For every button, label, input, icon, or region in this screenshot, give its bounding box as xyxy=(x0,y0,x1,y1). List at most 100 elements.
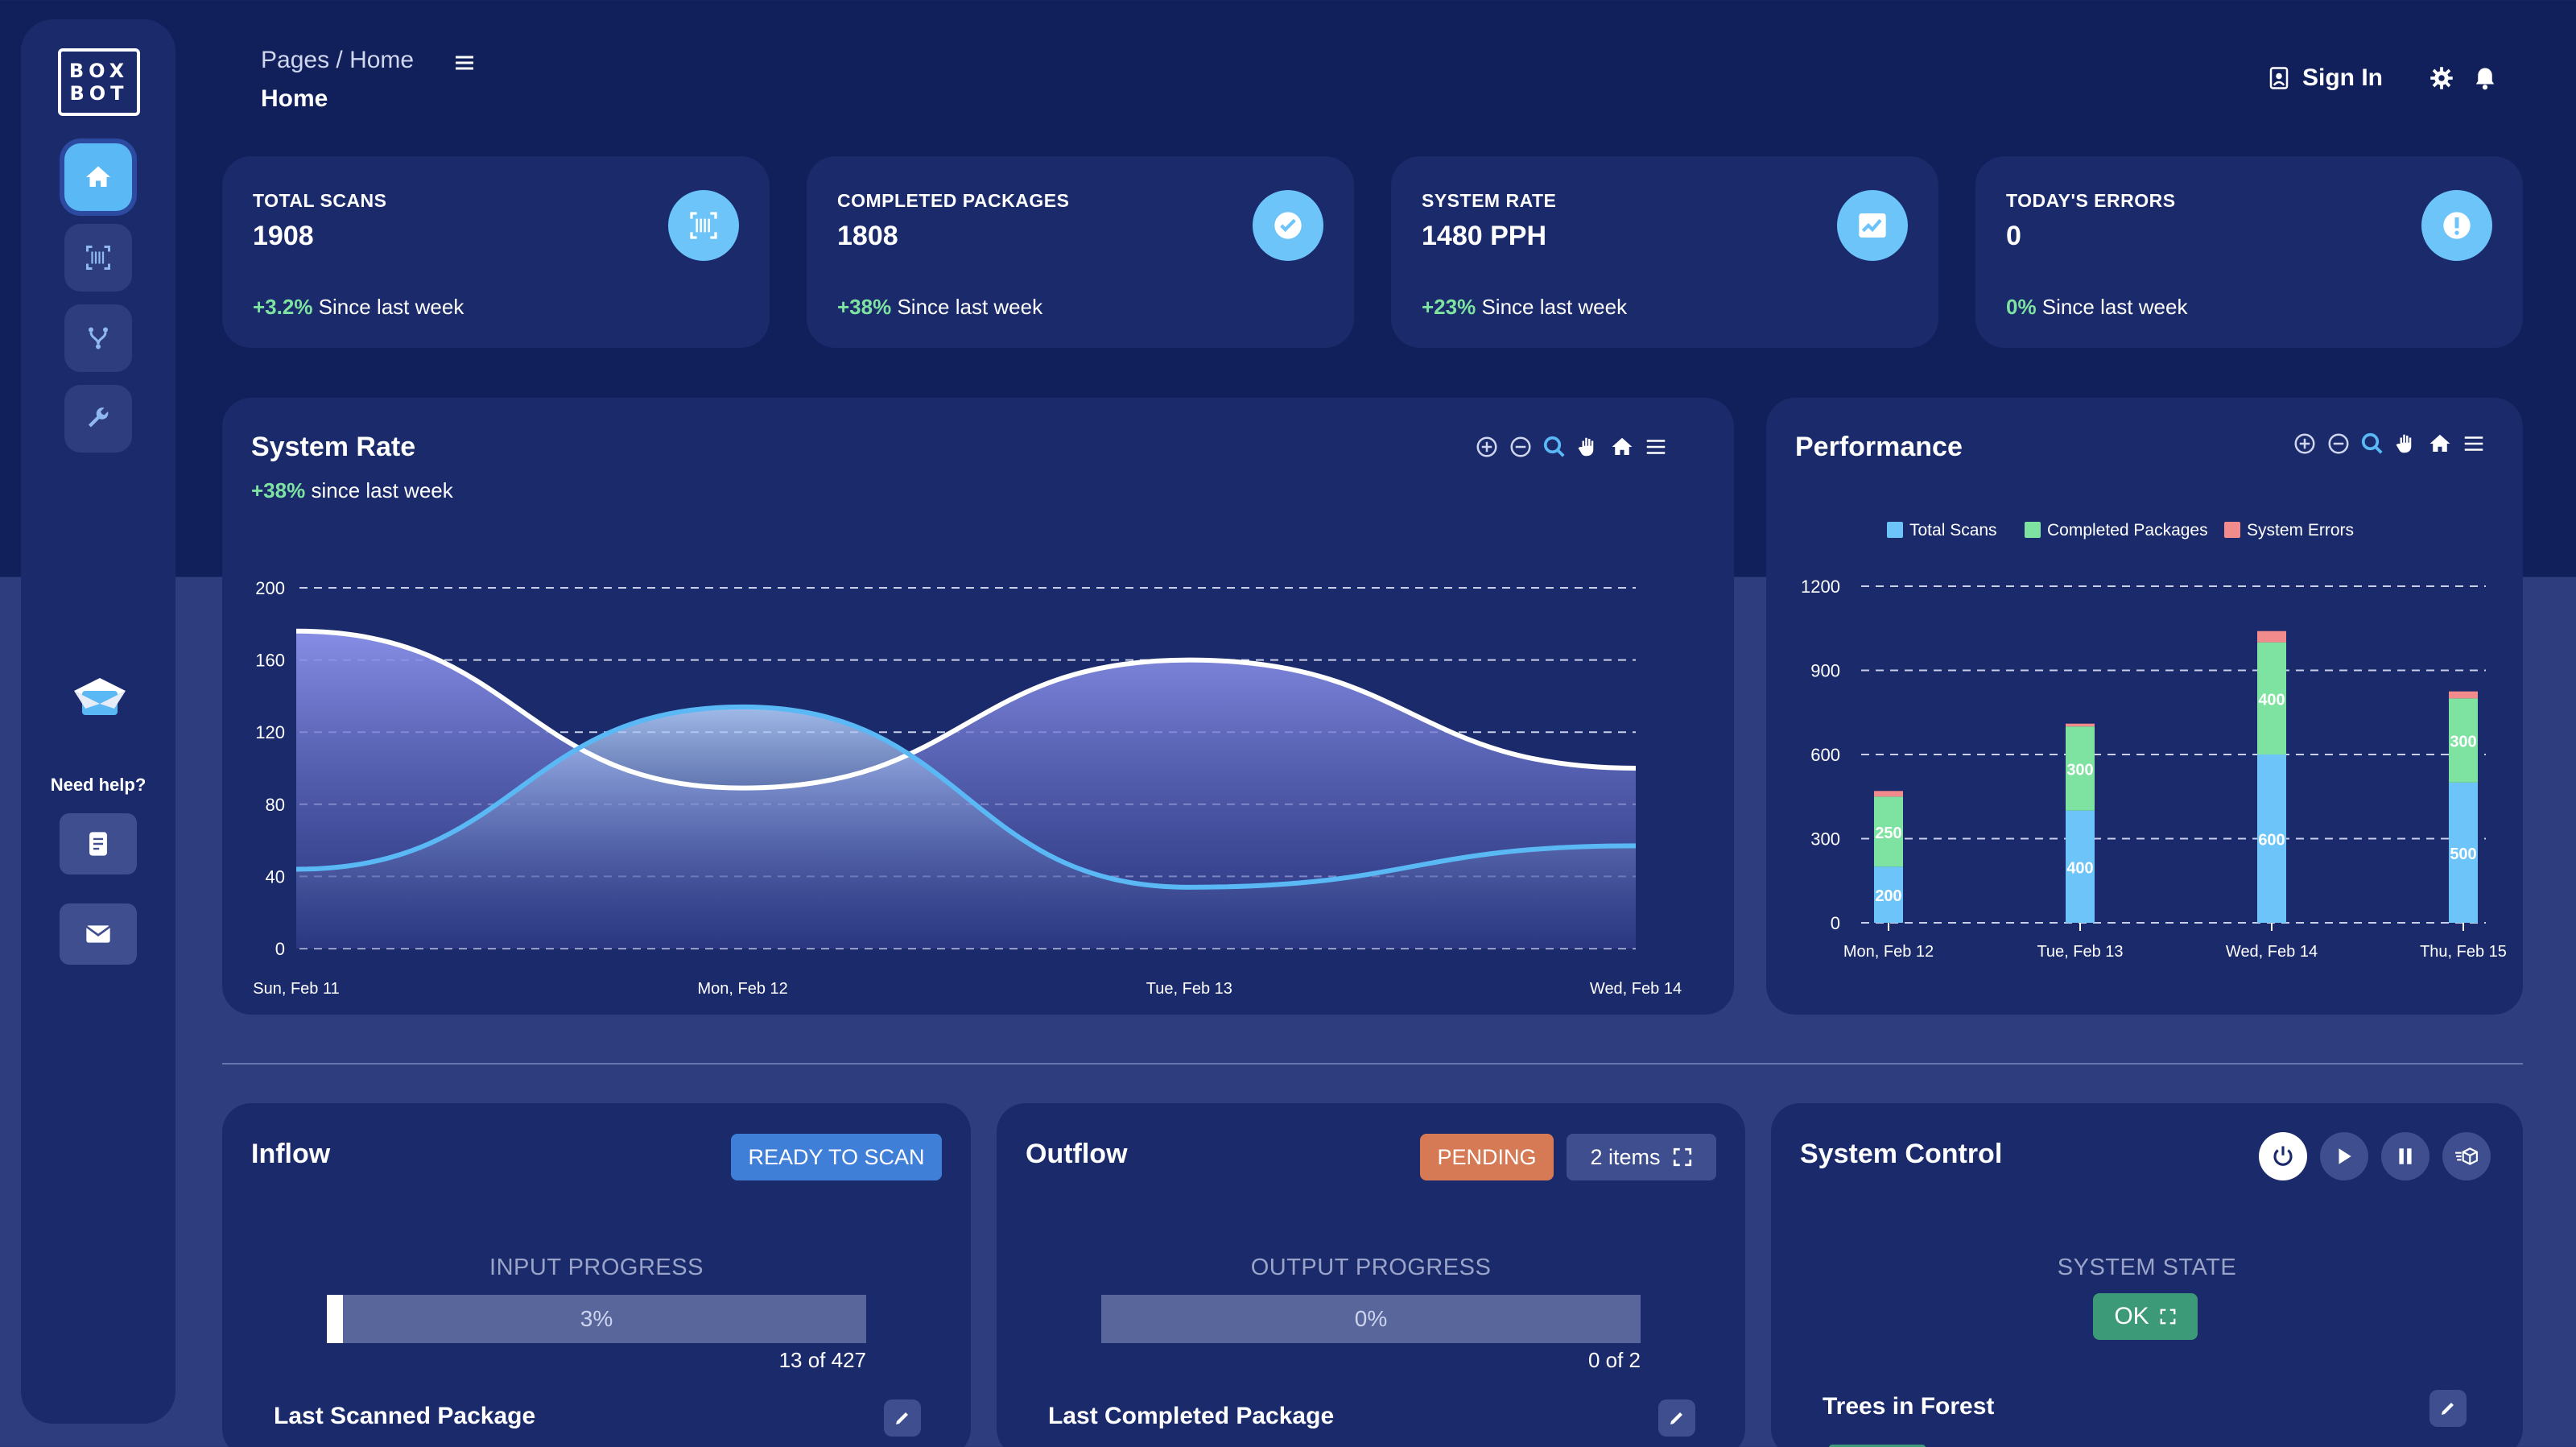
edit-icon xyxy=(1670,1412,1682,1424)
pause-button[interactable] xyxy=(2381,1132,2429,1180)
legend-label: Completed Packages xyxy=(2047,521,2208,540)
home-icon xyxy=(86,166,110,187)
bar-segment xyxy=(1874,791,1903,797)
y-tick-label: 0 xyxy=(1831,913,1840,933)
stat-card-total-scans: TOTAL SCANS 1908 +3.2% Since last week xyxy=(222,156,770,348)
y-tick-label: 0 xyxy=(275,939,285,959)
trees-in-forest-label: Trees in Forest xyxy=(1823,1393,1995,1420)
stat-card-completed-packages: COMPLETED PACKAGES 1808 +38% Since last … xyxy=(807,156,1354,348)
bar-data-label: 200 xyxy=(1875,887,1901,905)
barcode-icon xyxy=(86,246,110,270)
edit-button[interactable] xyxy=(1658,1399,1695,1437)
stat-value: 0 xyxy=(2006,221,2021,251)
stat-change-value: +23% xyxy=(1422,295,1476,319)
stat-label: TOTAL SCANS xyxy=(253,190,387,211)
legend-swatch xyxy=(2025,522,2041,538)
trend-icon xyxy=(1837,190,1908,261)
y-tick-label: 1200 xyxy=(1801,577,1840,597)
barcode-icon xyxy=(668,190,739,261)
need-help-text: Need help? xyxy=(50,775,147,795)
power-icon xyxy=(2273,1146,2293,1166)
bell-icon[interactable] xyxy=(2473,66,2497,90)
menu-icon[interactable] xyxy=(454,53,475,72)
panel-title: System Control xyxy=(1800,1139,2003,1169)
logo-line-1: BOX xyxy=(68,60,130,82)
stat-value: 1480 PPH xyxy=(1422,221,1546,251)
y-tick-label: 160 xyxy=(255,651,285,671)
progress-label: INPUT PROGRESS xyxy=(489,1255,704,1280)
x-tick-label: Thu, Feb 15 xyxy=(2420,943,2507,961)
x-tick-label: Wed, Feb 14 xyxy=(2226,943,2318,961)
edit-button[interactable] xyxy=(2429,1390,2467,1427)
performance-panel: Performance Total Scans Completed Package… xyxy=(1766,398,2523,1015)
system-rate-panel: System Rate +38% since last week 0 40 80 12… xyxy=(222,398,1734,1015)
performance-chart: Total Scans Completed Packages System Erro… xyxy=(1801,521,2507,961)
docs-button[interactable] xyxy=(60,813,137,874)
play-icon xyxy=(2339,1148,2351,1164)
stat-label: COMPLETED PACKAGES xyxy=(837,190,1070,211)
bar-segment xyxy=(2066,723,2095,727)
stat-change-text: Since last week xyxy=(312,295,464,319)
legend-label: Total Scans xyxy=(1909,521,1997,540)
sign-in-button[interactable]: Sign In xyxy=(2268,64,2383,92)
last-completed-label: Last Completed Package xyxy=(1048,1403,1335,1429)
edit-button[interactable] xyxy=(884,1399,921,1437)
sidebar-item-tools[interactable] xyxy=(64,385,132,453)
alert-icon xyxy=(2421,190,2492,261)
system-state-badge[interactable]: OK xyxy=(2093,1293,2198,1340)
boxbot-logo[interactable]: BOX BOT xyxy=(58,48,140,116)
expand-icon xyxy=(2160,1309,2176,1325)
system-state-label: SYSTEM STATE xyxy=(2057,1255,2237,1280)
legend-swatch xyxy=(1887,522,1903,538)
gear-icon[interactable] xyxy=(2429,66,2454,90)
stat-change-text: Since last week xyxy=(1476,295,1628,319)
y-tick-label: 600 xyxy=(1810,745,1840,765)
ready-to-scan-badge[interactable]: READY TO SCAN xyxy=(731,1134,942,1180)
items-button[interactable]: 2 items xyxy=(1567,1134,1716,1180)
breadcrumb[interactable]: Pages / Home xyxy=(261,47,414,74)
sidebar-item-scan[interactable] xyxy=(64,224,132,291)
stat-change-value: +3.2% xyxy=(253,295,313,319)
pending-badge[interactable]: PENDING xyxy=(1420,1134,1554,1180)
stat-label: SYSTEM RATE xyxy=(1422,190,1557,211)
dispatch-button[interactable] xyxy=(2442,1132,2491,1180)
sign-in-label: Sign In xyxy=(2302,64,2383,91)
bar-segment xyxy=(2449,691,2478,699)
stat-value: 1808 xyxy=(837,221,898,251)
stat-change-text: Since last week xyxy=(2036,295,2188,319)
x-tick-label: Tue, Feb 13 xyxy=(2037,943,2123,961)
play-button[interactable] xyxy=(2320,1132,2368,1180)
x-tick-label: Mon, Feb 12 xyxy=(698,980,788,998)
power-button[interactable] xyxy=(2259,1132,2307,1180)
contact-button[interactable] xyxy=(60,903,137,965)
mail-icon xyxy=(85,925,111,943)
sidebar-item-flow[interactable] xyxy=(64,304,132,372)
outflow-panel: Outflow PENDING 2 items OUTPUT PROGRESS … xyxy=(997,1103,1745,1447)
x-tick-label: Sun, Feb 11 xyxy=(253,980,339,998)
stat-value: 1908 xyxy=(253,221,314,251)
check-icon xyxy=(1253,190,1323,261)
inflow-panel: Inflow READY TO SCAN INPUT PROGRESS 3% 1… xyxy=(222,1103,971,1447)
bar-data-label: 300 xyxy=(2066,761,2093,779)
system-state-value: OK xyxy=(2114,1303,2149,1329)
system-control-panel: System Control SYSTEM STATE OK Trees in … xyxy=(1771,1103,2523,1447)
stat-change-text: Since last week xyxy=(891,295,1043,319)
x-tick-label: Wed, Feb 14 xyxy=(1590,980,1682,998)
last-scanned-label: Last Scanned Package xyxy=(274,1403,536,1429)
bar-data-label: 400 xyxy=(2066,859,2093,877)
y-tick-label: 40 xyxy=(266,866,285,887)
box-send-icon xyxy=(2455,1147,2478,1165)
legend-label: System Errors xyxy=(2247,521,2354,540)
progress-text: 0% xyxy=(1354,1306,1388,1331)
stat-change: 0% Since last week xyxy=(2006,295,2187,320)
panel-title: Inflow xyxy=(251,1139,331,1169)
bar-data-label: 500 xyxy=(2450,845,2476,863)
x-tick-label: Tue, Feb 13 xyxy=(1146,980,1232,998)
user-badge-icon xyxy=(2269,67,2289,89)
y-tick-label: 200 xyxy=(255,578,285,598)
panel-title: Outflow xyxy=(1026,1139,1128,1169)
help-illustration-icon xyxy=(74,678,126,715)
section-divider xyxy=(222,1063,2523,1065)
stat-change: +38% Since last week xyxy=(837,295,1042,320)
sidebar-item-home[interactable] xyxy=(64,143,132,211)
